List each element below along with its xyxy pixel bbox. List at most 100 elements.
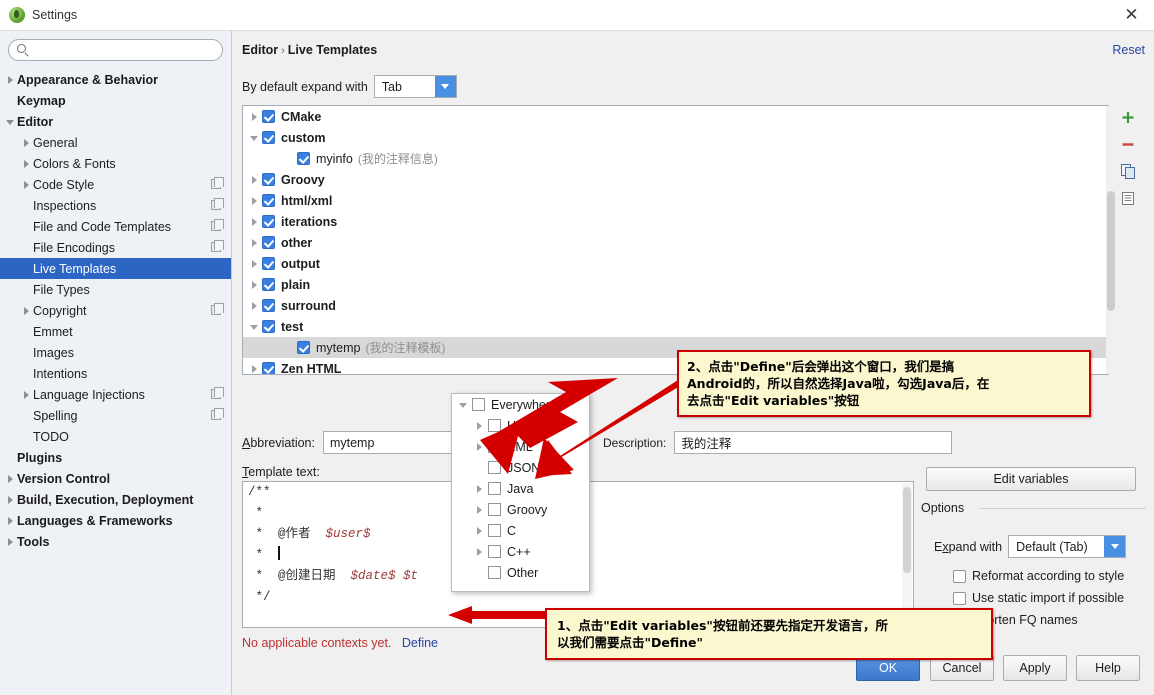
chevron-right-icon[interactable] [472,419,488,433]
chevron-right-icon[interactable] [4,535,17,548]
template-tree-row[interactable]: myinfo (我的注释信息) [243,148,1108,169]
edit-variables-button[interactable]: Edit variables [926,467,1136,491]
chevron-right-icon[interactable] [472,524,488,538]
sidebar-item-languages-frameworks[interactable]: Languages & Frameworks [0,510,231,531]
template-text-scrollbar[interactable] [902,483,912,627]
chevron-right-icon[interactable] [20,304,33,317]
chevron-down-icon[interactable] [248,320,262,334]
template-checkbox[interactable] [262,173,275,186]
apply-button[interactable]: Apply [1003,655,1067,681]
chevron-right-icon[interactable] [248,362,262,375]
sidebar-item-version-control[interactable]: Version Control [0,468,231,489]
chevron-right-icon[interactable] [248,257,262,271]
chevron-right-icon[interactable] [4,514,17,527]
context-checkbox[interactable] [488,524,501,537]
context-checkbox[interactable] [488,503,501,516]
expand-with-combo[interactable]: Default (Tab) [1008,535,1127,558]
duplicate-template-button[interactable] [1115,159,1141,184]
template-tree-row[interactable]: plain [243,274,1108,295]
sidebar-item-keymap[interactable]: Keymap [0,90,231,111]
description-input[interactable]: 我的注释 [674,431,953,454]
template-checkbox[interactable] [262,236,275,249]
chevron-right-icon[interactable] [248,215,262,229]
template-tree-row[interactable]: test [243,316,1108,337]
context-popup-row[interactable]: Java [452,478,589,499]
chevron-right-icon[interactable] [248,278,262,292]
context-checkbox[interactable] [488,482,501,495]
option-checkbox-row[interactable]: Use static import if possible [953,587,1146,609]
sidebar-item-copyright[interactable]: Copyright [0,300,231,321]
sidebar-item-appearance-behavior[interactable]: Appearance & Behavior [0,69,231,90]
context-popup-row[interactable]: Everywhere [452,394,589,415]
sidebar-item-file-encodings[interactable]: File Encodings [0,237,231,258]
template-checkbox[interactable] [297,341,310,354]
sidebar-item-file-and-code-templates[interactable]: File and Code Templates [0,216,231,237]
template-checkbox[interactable] [262,110,275,123]
sidebar-item-build-execution-deployment[interactable]: Build, Execution, Deployment [0,489,231,510]
chevron-right-icon[interactable] [4,73,17,86]
sidebar-item-inspections[interactable]: Inspections [0,195,231,216]
change-context-button[interactable] [1115,186,1141,211]
help-button[interactable]: Help [1076,655,1140,681]
breadcrumb-root[interactable]: Editor [242,43,278,57]
chevron-right-icon[interactable] [20,157,33,170]
close-icon[interactable]: ✕ [1109,0,1154,30]
sidebar-item-editor[interactable]: Editor [0,111,231,132]
chevron-right-icon[interactable] [4,493,17,506]
template-tree-row[interactable]: other [243,232,1108,253]
sidebar-item-intentions[interactable]: Intentions [0,363,231,384]
sidebar-item-live-templates[interactable]: Live Templates [0,258,231,279]
chevron-right-icon[interactable] [20,388,33,401]
chevron-right-icon[interactable] [248,110,262,124]
option-checkbox-row[interactable]: Reformat according to style [953,565,1146,587]
template-tree-row[interactable]: Groovy [243,169,1108,190]
define-link[interactable]: Define [402,636,438,650]
context-popup-row[interactable]: C [452,520,589,541]
search-input[interactable] [31,41,211,59]
remove-template-button[interactable] [1115,132,1141,157]
template-checkbox[interactable] [297,152,310,165]
context-checkbox[interactable] [488,566,501,579]
sidebar-item-code-style[interactable]: Code Style [0,174,231,195]
sidebar-item-tools[interactable]: Tools [0,531,231,552]
chevron-right-icon[interactable] [248,299,262,313]
context-popup-row[interactable]: Other [452,562,589,583]
context-popup-row[interactable]: JSON [452,457,589,478]
context-checkbox[interactable] [488,461,501,474]
sidebar-item-plugins[interactable]: Plugins [0,447,231,468]
template-tree-row[interactable]: custom [243,127,1108,148]
context-checkbox[interactable] [488,440,501,453]
template-checkbox[interactable] [262,362,275,374]
live-templates-tree[interactable]: CMake custom myinfo (我的注释信息) Groovy html/xml i… [242,105,1109,375]
template-checkbox[interactable] [262,278,275,291]
context-popup-row[interactable]: XML [452,436,589,457]
sidebar-item-todo[interactable]: TODO [0,426,231,447]
default-expand-combo[interactable]: Tab [373,75,457,98]
templates-scrollbar-thumb[interactable] [1107,191,1115,311]
chevron-down-icon[interactable] [434,76,456,97]
context-checkbox[interactable] [488,545,501,558]
sidebar-item-images[interactable]: Images [0,342,231,363]
reset-link[interactable]: Reset [1112,43,1145,57]
context-popup-row[interactable]: C++ [452,541,589,562]
chevron-right-icon[interactable] [20,136,33,149]
template-checkbox[interactable] [262,320,275,333]
template-checkbox[interactable] [262,299,275,312]
sidebar-item-general[interactable]: General [0,132,231,153]
chevron-right-icon[interactable] [472,503,488,517]
chevron-down-icon[interactable] [248,131,262,145]
template-tree-row[interactable]: CMake [243,106,1108,127]
template-tree-row[interactable]: surround [243,295,1108,316]
chevron-down-icon[interactable] [456,398,472,412]
template-checkbox[interactable] [262,131,275,144]
context-checkbox[interactable] [472,398,485,411]
sidebar-item-colors-fonts[interactable]: Colors & Fonts [0,153,231,174]
sidebar-item-emmet[interactable]: Emmet [0,321,231,342]
template-text-scrollbar-thumb[interactable] [903,487,911,573]
chevron-right-icon[interactable] [248,236,262,250]
chevron-right-icon[interactable] [4,472,17,485]
chevron-down-icon[interactable] [1104,536,1126,557]
chevron-down-icon[interactable] [4,115,17,128]
chevron-right-icon[interactable] [472,545,488,559]
context-popup-row[interactable]: HTML [452,415,589,436]
